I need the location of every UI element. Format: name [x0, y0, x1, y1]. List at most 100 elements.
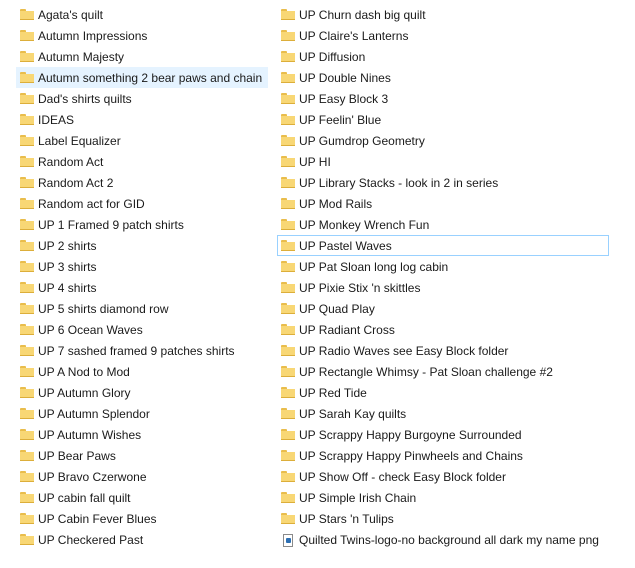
folder-item-up-a-nod-to-mod[interactable]: UP A Nod to Mod [16, 361, 268, 382]
folder-icon [20, 450, 34, 461]
item-label: UP Feelin' Blue [299, 113, 382, 127]
folder-item-dad-s-shirts-quilts[interactable]: Dad's shirts quilts [16, 88, 268, 109]
folder-item-up-checkered-past[interactable]: UP Checkered Past [16, 529, 268, 550]
folder-item-random-act-2[interactable]: Random Act 2 [16, 172, 268, 193]
item-label: IDEAS [38, 113, 75, 127]
item-label: Label Equalizer [38, 134, 121, 148]
item-label: UP Sarah Kay quilts [299, 407, 407, 421]
folder-icon [281, 135, 295, 146]
folder-item-up-1-framed-9-patch-shirts[interactable]: UP 1 Framed 9 patch shirts [16, 214, 268, 235]
folder-item-up-monkey-wrench-fun[interactable]: UP Monkey Wrench Fun [277, 214, 609, 235]
folder-item-up-stars-n-tulips[interactable]: UP Stars 'n Tulips [277, 508, 609, 529]
folder-icon [20, 324, 34, 335]
folder-item-up-claire-s-lanterns[interactable]: UP Claire's Lanterns [277, 25, 609, 46]
folder-item-up-rectangle-whimsy-pat-sloan-challenge-2[interactable]: UP Rectangle Whimsy - Pat Sloan challeng… [277, 361, 609, 382]
item-label: UP 6 Ocean Waves [38, 323, 143, 337]
item-label: UP Radio Waves see Easy Block folder [299, 344, 509, 358]
folder-icon [281, 387, 295, 398]
folder-item-agata-s-quilt[interactable]: Agata's quilt [16, 4, 268, 25]
item-label: UP Mod Rails [299, 197, 373, 211]
item-label: UP cabin fall quilt [38, 491, 131, 505]
folder-icon [281, 429, 295, 440]
folder-item-up-3-shirts[interactable]: UP 3 shirts [16, 256, 268, 277]
item-label: UP Autumn Glory [38, 386, 131, 400]
item-label: UP Bear Paws [38, 449, 116, 463]
item-label: UP Double Nines [299, 71, 391, 85]
item-label: UP Autumn Splendor [38, 407, 150, 421]
folder-item-up-autumn-glory[interactable]: UP Autumn Glory [16, 382, 268, 403]
folder-item-autumn-majesty[interactable]: Autumn Majesty [16, 46, 268, 67]
item-label: UP Claire's Lanterns [299, 29, 409, 43]
folder-item-up-bear-paws[interactable]: UP Bear Paws [16, 445, 268, 466]
folder-item-up-easy-block-3[interactable]: UP Easy Block 3 [277, 88, 609, 109]
folder-item-up-4-shirts[interactable]: UP 4 shirts [16, 277, 268, 298]
folder-item-up-cabin-fall-quilt[interactable]: UP cabin fall quilt [16, 487, 268, 508]
folder-icon [20, 534, 34, 545]
item-label: UP Churn dash big quilt [299, 8, 426, 22]
folder-item-up-bravo-czerwone[interactable]: UP Bravo Czerwone [16, 466, 268, 487]
item-label: Quilted Twins-logo-no background all dar… [299, 533, 599, 547]
folder-item-up-radio-waves-see-easy-block-folder[interactable]: UP Radio Waves see Easy Block folder [277, 340, 609, 361]
folder-item-up-gumdrop-geometry[interactable]: UP Gumdrop Geometry [277, 130, 609, 151]
folder-icon [281, 324, 295, 335]
folder-icon [281, 366, 295, 377]
folder-item-up-churn-dash-big-quilt[interactable]: UP Churn dash big quilt [277, 4, 609, 25]
folder-item-up-pastel-waves[interactable]: UP Pastel Waves [277, 235, 609, 256]
folder-item-up-6-ocean-waves[interactable]: UP 6 Ocean Waves [16, 319, 268, 340]
item-label: UP 4 shirts [38, 281, 97, 295]
folder-item-up-scrappy-happy-pinwheels-and-chains[interactable]: UP Scrappy Happy Pinwheels and Chains [277, 445, 609, 466]
folder-icon [20, 429, 34, 440]
folder-item-ideas[interactable]: IDEAS [16, 109, 268, 130]
folder-item-up-show-off-check-easy-block-folder[interactable]: UP Show Off - check Easy Block folder [277, 466, 609, 487]
file-item-quilted-twins-logo-no-background-all-dark-my-name-png[interactable]: Quilted Twins-logo-no background all dar… [277, 529, 609, 550]
folder-item-random-act[interactable]: Random Act [16, 151, 268, 172]
folder-item-up-cabin-fever-blues[interactable]: UP Cabin Fever Blues [16, 508, 268, 529]
item-label: UP Pastel Waves [299, 239, 392, 253]
folder-item-up-feelin-blue[interactable]: UP Feelin' Blue [277, 109, 609, 130]
folder-icon [20, 345, 34, 356]
folder-item-up-red-tide[interactable]: UP Red Tide [277, 382, 609, 403]
folder-item-up-diffusion[interactable]: UP Diffusion [277, 46, 609, 67]
folder-item-random-act-for-gid[interactable]: Random act for GID [16, 193, 268, 214]
item-label: UP 2 shirts [38, 239, 97, 253]
folder-item-up-library-stacks-look-in-2-in-series[interactable]: UP Library Stacks - look in 2 in series [277, 172, 609, 193]
folder-icon [281, 93, 295, 104]
folder-item-up-pat-sloan-long-log-cabin[interactable]: UP Pat Sloan long log cabin [277, 256, 609, 277]
folder-item-up-autumn-splendor[interactable]: UP Autumn Splendor [16, 403, 268, 424]
folder-icon [281, 261, 295, 272]
folder-icon [281, 240, 295, 251]
folder-icon [281, 450, 295, 461]
item-label: Random Act [38, 155, 104, 169]
folder-item-label-equalizer[interactable]: Label Equalizer [16, 130, 268, 151]
folder-item-up-5-shirts-diamond-row[interactable]: UP 5 shirts diamond row [16, 298, 268, 319]
folder-icon [20, 30, 34, 41]
folder-item-up-quad-play[interactable]: UP Quad Play [277, 298, 609, 319]
folder-item-up-mod-rails[interactable]: UP Mod Rails [277, 193, 609, 214]
item-label: Autumn something 2 bear paws and chain [38, 71, 263, 85]
item-label: UP Gumdrop Geometry [299, 134, 425, 148]
item-label: Autumn Impressions [38, 29, 148, 43]
item-label: UP Show Off - check Easy Block folder [299, 470, 506, 484]
file-list-pane: Agata's quilt Autumn Impressions Autumn Ma… [0, 0, 635, 568]
file-list-column-left: Agata's quilt Autumn Impressions Autumn Ma… [16, 4, 268, 550]
folder-item-up-double-nines[interactable]: UP Double Nines [277, 67, 609, 88]
folder-item-up-2-shirts[interactable]: UP 2 shirts [16, 235, 268, 256]
folder-item-autumn-impressions[interactable]: Autumn Impressions [16, 25, 268, 46]
folder-icon [281, 72, 295, 83]
item-label: Autumn Majesty [38, 50, 125, 64]
folder-icon [281, 219, 295, 230]
folder-item-up-simple-irish-chain[interactable]: UP Simple Irish Chain [277, 487, 609, 508]
item-label: UP Autumn Wishes [38, 428, 142, 442]
folder-item-up-scrappy-happy-burgoyne-surrounded[interactable]: UP Scrappy Happy Burgoyne Surrounded [277, 424, 609, 445]
folder-item-up-7-sashed-framed-9-patches-shirts[interactable]: UP 7 sashed framed 9 patches shirts [16, 340, 268, 361]
folder-item-autumn-something-2-bear-paws-and-chain[interactable]: Autumn something 2 bear paws and chain [16, 67, 268, 88]
folder-item-up-sarah-kay-quilts[interactable]: UP Sarah Kay quilts [277, 403, 609, 424]
folder-icon [281, 51, 295, 62]
item-label: UP Checkered Past [38, 533, 144, 547]
folder-item-up-autumn-wishes[interactable]: UP Autumn Wishes [16, 424, 268, 445]
folder-item-up-pixie-stix-n-skittles[interactable]: UP Pixie Stix 'n skittles [277, 277, 609, 298]
folder-icon [20, 492, 34, 503]
folder-item-up-hi[interactable]: UP HI [277, 151, 609, 172]
folder-icon [281, 30, 295, 41]
folder-item-up-radiant-cross[interactable]: UP Radiant Cross [277, 319, 609, 340]
